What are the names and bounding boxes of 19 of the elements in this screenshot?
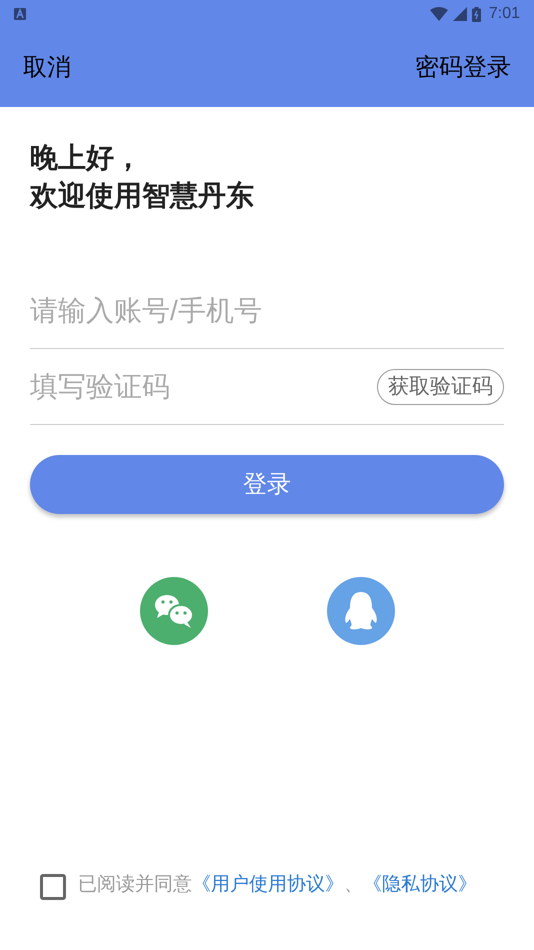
chat-bubbles-icon[interactable] (140, 577, 208, 645)
wifi-icon (430, 7, 448, 21)
cancel-button[interactable]: 取消 (23, 50, 71, 86)
agreement-checkbox[interactable] (40, 874, 66, 900)
login-button[interactable]: 登录 (30, 455, 504, 514)
agreement-link[interactable]: 《隐私协议》 (363, 874, 477, 895)
greeting-text: 晚上好， (30, 141, 143, 175)
agreement-link[interactable]: 《用户使用协议》 (192, 874, 344, 895)
battery-icon (472, 6, 481, 22)
greeting-text: 欢迎使用智慧丹东 (30, 179, 255, 213)
penguin-icon[interactable] (326, 577, 394, 645)
clock-time: 7:01 (488, 4, 520, 24)
get-code-button[interactable]: 获取验证码 (377, 368, 504, 404)
notification-icon (14, 8, 26, 20)
account-input-field[interactable]: 请输入账号/手机号 (30, 290, 504, 332)
signal-icon (452, 7, 467, 21)
code-input-field[interactable]: 填写验证码 (30, 366, 377, 408)
password-login-button[interactable]: 密码登录 (415, 50, 511, 86)
agreement-text: 已阅读并同意《用户使用协议》、《隐私协议》 (78, 873, 478, 897)
